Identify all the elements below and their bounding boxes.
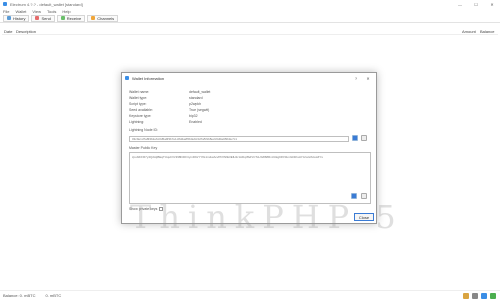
lock-icon[interactable] <box>463 293 469 299</box>
qr-code-icon[interactable] <box>352 135 358 141</box>
node-id-field[interactable]: 03c9e1d7a8f4b2e6c0d5a9f3b7e1c8d4a2f6b0e9… <box>129 136 349 142</box>
copy-icon[interactable] <box>361 135 367 141</box>
seed-icon[interactable] <box>481 293 487 299</box>
balance-text: Balance: 0. mBTC <box>3 293 36 298</box>
info-value: True (segwit) <box>189 108 210 112</box>
tab-bar: History Send Receive Channels <box>0 14 500 23</box>
preferences-icon[interactable] <box>472 293 478 299</box>
info-value: bip32 <box>189 114 198 118</box>
info-key: Wallet type: <box>129 96 148 100</box>
window-title: Electrum 4.?.? - default_wallet [standar… <box>10 1 83 7</box>
tab-channels[interactable]: Channels <box>87 14 119 22</box>
menu-tools[interactable]: Tools <box>47 9 56 14</box>
column-description[interactable]: Description <box>16 29 36 34</box>
network-status-icon[interactable] <box>490 293 496 299</box>
info-key: Lightning Node ID: <box>129 128 158 132</box>
column-date[interactable]: Date <box>4 29 12 34</box>
wallet-icon <box>7 16 11 20</box>
receive-icon <box>60 16 65 20</box>
tab-channels-label: Channels <box>97 15 115 21</box>
mpk-label: Master Public Key <box>129 146 158 150</box>
close-dialog-button[interactable]: ✕ <box>362 73 374 83</box>
watermark: ThinkPHP 5 <box>130 198 404 236</box>
maximize-button[interactable]: ☐ <box>468 0 484 8</box>
column-amount[interactable]: Amount <box>462 29 476 34</box>
info-value: p2wpkh <box>189 102 202 106</box>
help-button[interactable]: ? <box>350 73 362 83</box>
tab-history-label: History <box>13 15 26 21</box>
info-value: default_wallet <box>189 90 211 94</box>
info-key: Keystore type: <box>129 114 152 118</box>
menu-wallet[interactable]: Wallet <box>15 9 26 14</box>
tab-send-label: Send <box>41 15 51 21</box>
info-value: standard <box>189 96 203 100</box>
minimize-button[interactable]: — <box>452 0 468 8</box>
info-key: Wallet name: <box>129 90 150 94</box>
column-balance[interactable]: Balance <box>480 29 494 34</box>
electrum-icon <box>125 76 129 80</box>
channels-icon <box>91 16 96 20</box>
close-window-button[interactable]: ✕ <box>484 0 500 8</box>
info-key: Lightning: <box>129 120 145 124</box>
electrum-icon <box>3 2 7 6</box>
tab-send[interactable]: Send <box>31 14 55 22</box>
dialog-title: Wallet Information <box>132 75 165 81</box>
master-public-key-box[interactable]: zpub6rFR7y4Q2AijBEqTUquhVz398htDFrtymD9x… <box>129 152 371 204</box>
info-value: Enabled <box>189 120 202 124</box>
dialog-title-bar: Wallet Information ? ✕ <box>122 73 376 83</box>
info-key: Script type: <box>129 102 147 106</box>
menu-view[interactable]: View <box>32 9 41 14</box>
info-key: Seed available: <box>129 108 153 112</box>
send-icon <box>35 16 40 20</box>
menu-file[interactable]: File <box>3 9 9 14</box>
tab-receive[interactable]: Receive <box>56 14 86 22</box>
history-table-header: Date Description Amount Balance <box>2 28 498 35</box>
tab-receive-label: Receive <box>66 15 82 21</box>
tab-history[interactable]: History <box>3 14 30 22</box>
menu-help[interactable]: Help <box>62 9 70 14</box>
status-bar: Balance: 0. mBTC 0. mBTC <box>0 290 500 300</box>
title-bar: Electrum 4.?.? - default_wallet [standar… <box>0 0 500 8</box>
unconfirmed-text: 0. mBTC <box>45 293 62 298</box>
